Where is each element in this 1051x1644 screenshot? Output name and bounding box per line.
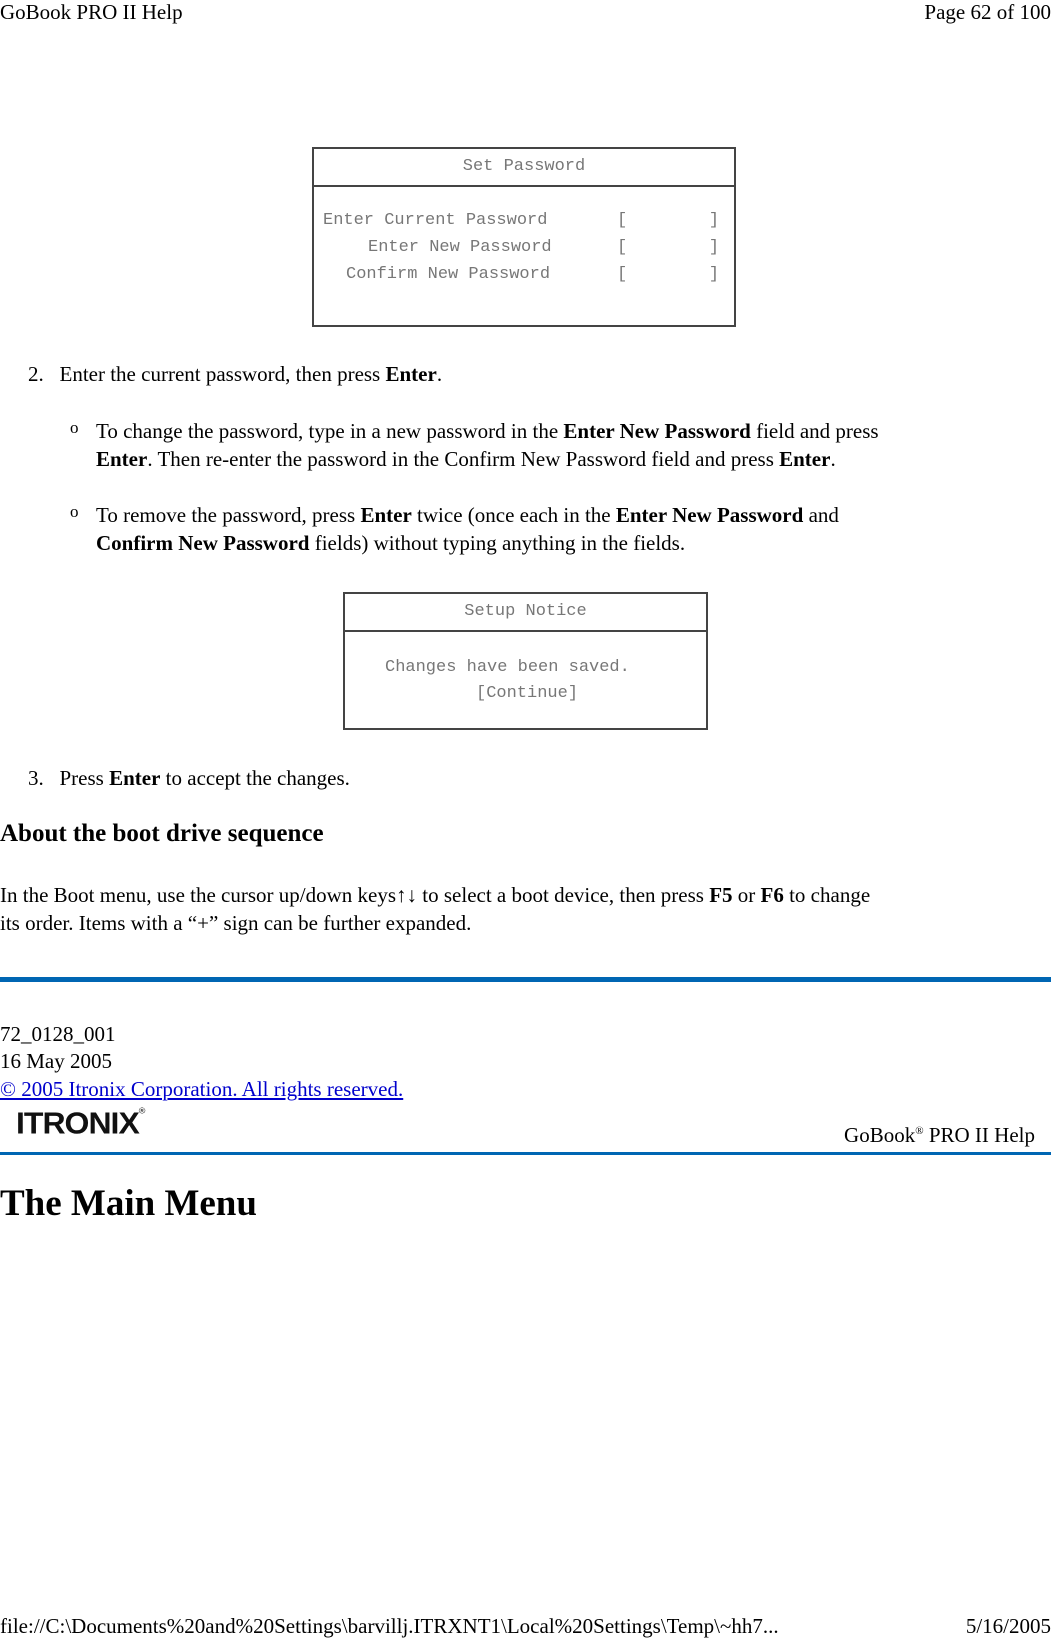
bold-text: Enter <box>96 447 148 471</box>
text: and <box>803 503 839 527</box>
notice-message: Changes have been saved. <box>385 658 630 677</box>
up-down-arrows-icon: ↑↓ <box>396 883 418 907</box>
header-title: GoBook PRO II Help <box>0 0 183 24</box>
bullet-icon: o <box>70 502 79 521</box>
step-2: 2. Enter the current password, then pres… <box>28 362 442 387</box>
page-number: Page 62 of 100 <box>924 0 1051 24</box>
new-password-field: [ ] <box>617 238 720 257</box>
step-number: 3. <box>28 766 44 790</box>
text: GoBook <box>844 1123 916 1147</box>
bold-text: Confirm New Password <box>96 531 310 555</box>
doc-id: 72_0128_001 <box>0 1022 116 1046</box>
set-password-dialog: Set Password Enter Current Password Ente… <box>312 147 736 327</box>
step-text-end: . <box>436 362 443 386</box>
logo-text: ITRONIX <box>16 1105 140 1141</box>
step-3: 3. Press Enter to accept the changes. <box>28 766 350 791</box>
enter-key: Enter <box>385 362 437 386</box>
confirm-password-label: Confirm New Password <box>346 265 551 284</box>
current-password-field: [ ] <box>617 211 720 230</box>
text: to change <box>783 883 871 907</box>
text: twice (once each in the <box>411 503 616 527</box>
text: In the Boot menu, use the cursor up/down… <box>0 883 397 907</box>
step-number: 2. <box>28 362 44 386</box>
setup-notice-dialog: Setup Notice Changes have been saved. [C… <box>343 592 708 730</box>
copyright-link[interactable]: © 2005 Itronix Corporation. All rights r… <box>0 1077 403 1102</box>
page-heading: The Main Menu <box>0 1183 257 1224</box>
bullet-remove-password: To remove the password, press Enter twic… <box>96 501 839 557</box>
bold-text: Enter New Password <box>563 419 751 443</box>
registered-mark: ® <box>138 1105 146 1116</box>
file-path: file://C:\Documents%20and%20Settings\bar… <box>0 1614 779 1638</box>
text: . <box>830 447 836 471</box>
confirm-password-field: [ ] <box>617 265 720 284</box>
bold-text: Enter <box>779 447 831 471</box>
step-text-end: to accept the changes. <box>160 766 350 790</box>
text: To remove the password, press <box>96 503 361 527</box>
bullet-icon: o <box>70 418 79 437</box>
f6-key: F6 <box>760 883 784 907</box>
footer-divider <box>0 977 1051 982</box>
current-password-label: Enter Current Password <box>323 211 548 230</box>
registered-mark: ® <box>915 1125 924 1137</box>
step-text: Enter the current password, then press <box>59 362 386 386</box>
text: its order. Items with a “+” sign can be … <box>0 911 472 935</box>
bold-text: Enter <box>360 503 412 527</box>
itronix-logo: ITRONIX® <box>16 1105 146 1141</box>
step-text: Press <box>59 766 110 790</box>
text: to select a boot device, then press <box>417 883 710 907</box>
f5-key: F5 <box>709 883 733 907</box>
text: To change the password, type in a new pa… <box>96 419 564 443</box>
text: PRO II Help <box>923 1123 1035 1147</box>
section-heading: About the boot drive sequence <box>0 820 324 847</box>
product-name: GoBook® PRO II Help <box>844 1123 1035 1148</box>
footer-divider-bottom <box>0 1152 1051 1155</box>
text: . Then re-enter the password in the Conf… <box>147 447 780 471</box>
bullet-change-password: To change the password, type in a new pa… <box>96 417 879 473</box>
dialog-title: Set Password <box>314 149 734 187</box>
boot-paragraph: In the Boot menu, use the cursor up/down… <box>0 881 870 937</box>
text: field and press <box>750 419 879 443</box>
dialog-title: Setup Notice <box>345 594 706 632</box>
print-date: 5/16/2005 <box>965 1614 1051 1638</box>
enter-key: Enter <box>109 766 161 790</box>
doc-date: 16 May 2005 <box>0 1049 112 1073</box>
text: fields) without typing anything in the f… <box>309 531 686 555</box>
new-password-label: Enter New Password <box>368 238 552 257</box>
bold-text: Enter New Password <box>615 503 804 527</box>
continue-option: [Continue] <box>476 684 579 703</box>
text: or <box>732 883 761 907</box>
